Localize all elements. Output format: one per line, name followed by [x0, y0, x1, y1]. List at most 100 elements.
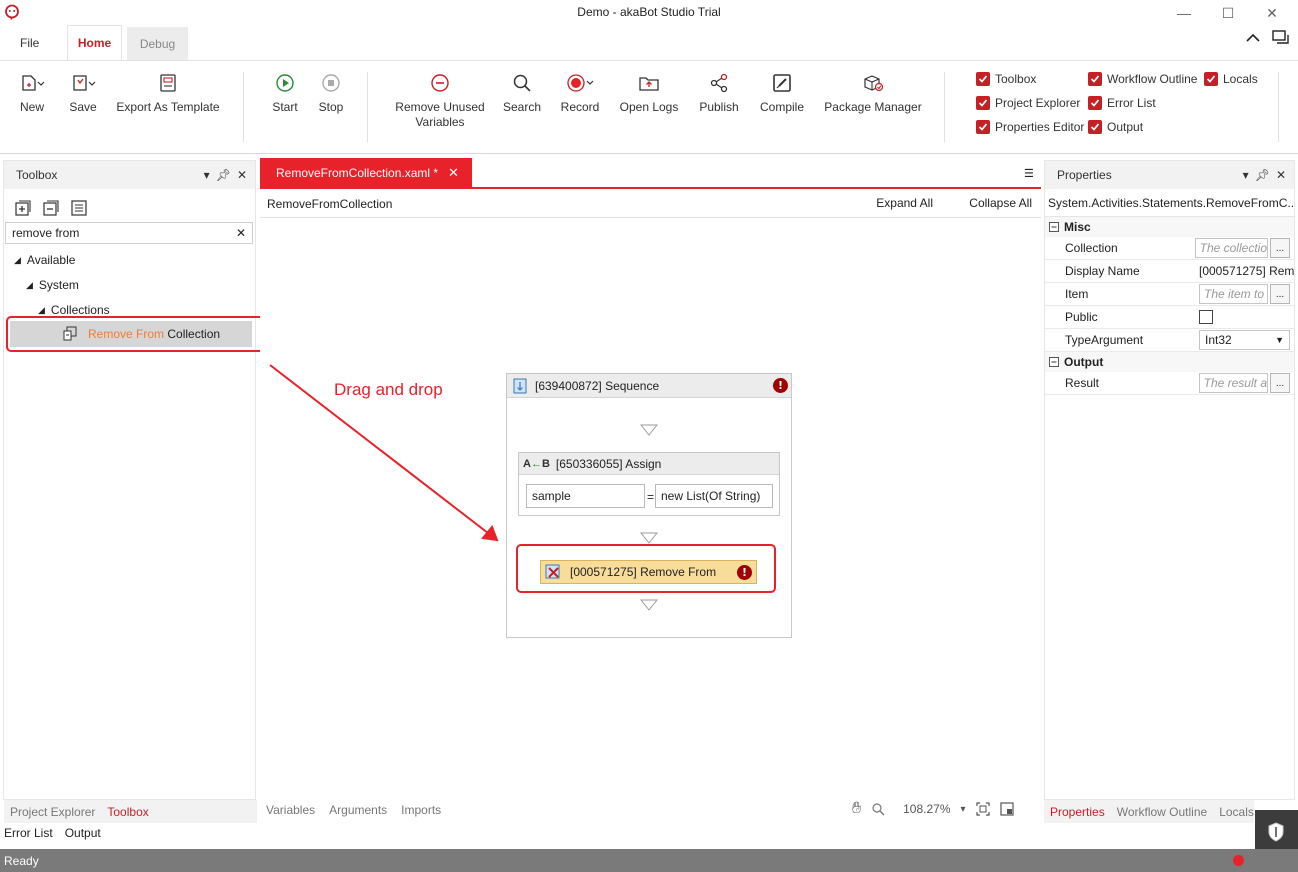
zoom-dropdown-icon[interactable]: ▾	[961, 804, 966, 815]
hand-icon[interactable]: ✋︎	[852, 800, 861, 818]
checkbox-checked-icon[interactable]	[1088, 72, 1102, 86]
tab-output[interactable]: Output	[65, 826, 101, 840]
drop-target-arrow-icon[interactable]	[640, 532, 658, 544]
property-collection-input[interactable]: The collectio	[1194, 238, 1268, 258]
checkbox-checked-icon[interactable]	[976, 120, 990, 134]
property-item-input[interactable]: The item to	[1199, 284, 1268, 304]
shield-icon[interactable]	[1267, 822, 1285, 842]
chat-icon[interactable]	[1272, 30, 1290, 46]
publish-button[interactable]: Publish	[696, 70, 742, 115]
drop-target-arrow-icon[interactable]	[640, 599, 658, 611]
checkbox-checked-icon[interactable]	[976, 72, 990, 86]
tab-workflow-outline[interactable]: Workflow Outline	[1117, 805, 1207, 819]
category-misc[interactable]: Misc	[1045, 217, 1294, 237]
minimize-button[interactable]: —	[1162, 0, 1206, 26]
tree-node-collections[interactable]: ◢ Collections	[38, 303, 110, 317]
tab-file[interactable]: File	[8, 25, 51, 60]
list-view-icon[interactable]	[70, 199, 88, 217]
package-manager-button[interactable]: Package Manager	[822, 70, 924, 115]
expand-all-link[interactable]: Expand All	[876, 196, 933, 210]
close-icon[interactable]: ✕	[1276, 168, 1286, 182]
checkbox-checked-icon[interactable]	[1088, 120, 1102, 134]
new-button[interactable]: New	[14, 70, 50, 115]
expand-all-icon[interactable]	[14, 199, 32, 217]
assign-to-field[interactable]: sample	[526, 484, 645, 508]
checkbox-checked-icon[interactable]	[1088, 96, 1102, 110]
checkbox-checked-icon[interactable]	[1204, 72, 1218, 86]
collapse-all-icon[interactable]	[42, 199, 60, 217]
save-button[interactable]: Save	[64, 70, 102, 115]
pin-icon[interactable]: 📌︎	[216, 168, 231, 182]
property-display-name-input[interactable]: [000571275] Rem	[1199, 264, 1294, 278]
tab-arguments[interactable]: Arguments	[329, 803, 387, 817]
start-button[interactable]: Start	[268, 70, 302, 115]
clear-search-icon[interactable]: ✕	[236, 226, 246, 240]
tab-locals[interactable]: Locals	[1219, 805, 1254, 819]
assign-header[interactable]: A←B [650336055] Assign	[519, 453, 779, 475]
search-button[interactable]: Search	[500, 70, 544, 115]
ellipsis-button[interactable]: ...	[1270, 373, 1290, 393]
toggle-output[interactable]: Output	[1088, 120, 1143, 134]
tab-error-list[interactable]: Error List	[4, 826, 53, 840]
tab-properties[interactable]: Properties	[1050, 805, 1105, 819]
toggle-properties-editor[interactable]: Properties Editor	[976, 120, 1084, 134]
tab-menu-icon[interactable]: ☰	[1024, 167, 1034, 180]
pin-icon[interactable]: 📌︎	[1255, 168, 1270, 182]
close-icon[interactable]: ✕	[237, 168, 247, 182]
tree-node-system[interactable]: ◢ System	[26, 278, 79, 292]
sequence-header[interactable]: [639400872] Sequence !	[507, 374, 791, 398]
maximize-button[interactable]: ☐	[1206, 0, 1250, 26]
toggle-locals[interactable]: Locals	[1204, 72, 1258, 86]
assign-value-field[interactable]: new List(Of String)	[655, 484, 773, 508]
remove-unused-variables-button[interactable]: Remove Unused Variables	[390, 70, 490, 130]
dropdown-icon[interactable]: ▾	[1243, 168, 1249, 182]
close-button[interactable]: ✕	[1250, 0, 1294, 26]
dropdown-icon[interactable]: ▾	[204, 168, 210, 182]
record-button[interactable]: Record	[558, 70, 602, 115]
tree-expanded-icon[interactable]: ◢	[38, 305, 45, 316]
collapse-category-icon[interactable]	[1049, 222, 1059, 232]
tab-debug[interactable]: Debug	[127, 27, 188, 60]
toggle-error-list[interactable]: Error List	[1088, 96, 1156, 110]
stop-label: Stop	[318, 100, 344, 114]
open-logs-button[interactable]: Open Logs	[618, 70, 680, 115]
remove-unused-label-2: Variables	[415, 115, 465, 129]
stop-button[interactable]: Stop	[314, 70, 348, 115]
checkbox-checked-icon[interactable]	[976, 96, 990, 110]
tab-toolbox[interactable]: Toolbox	[107, 805, 148, 819]
zoom-level[interactable]: 108.27%	[903, 802, 950, 816]
breadcrumb[interactable]: RemoveFromCollection	[267, 197, 392, 211]
collapse-ribbon-icon[interactable]	[1246, 33, 1260, 43]
zoom-icon[interactable]	[871, 802, 885, 816]
export-template-button[interactable]: Export As Template	[116, 70, 220, 115]
collapse-category-icon[interactable]	[1049, 357, 1059, 367]
toolbox-search-input[interactable]: remove from ✕	[5, 222, 253, 244]
tab-imports[interactable]: Imports	[401, 803, 441, 817]
toggle-project-explorer[interactable]: Project Explorer	[976, 96, 1080, 110]
document-tab[interactable]: RemoveFromCollection.xaml * ✕	[260, 158, 472, 188]
tree-expanded-icon[interactable]: ◢	[26, 280, 33, 291]
category-output[interactable]: Output	[1045, 352, 1294, 372]
compile-button[interactable]: Compile	[756, 70, 808, 115]
fit-screen-icon[interactable]	[975, 802, 990, 816]
property-type-argument-select[interactable]: Int32 ▼	[1199, 330, 1290, 350]
assign-activity[interactable]: A←B [650336055] Assign sample = new List…	[518, 452, 780, 516]
drop-target-arrow-icon[interactable]	[640, 424, 658, 436]
property-result-input[interactable]: The result a	[1198, 373, 1268, 393]
error-icon[interactable]: !	[773, 378, 788, 393]
ellipsis-button[interactable]: ...	[1270, 238, 1290, 258]
tab-home[interactable]: Home	[67, 25, 122, 60]
ribbon-separator	[367, 72, 368, 142]
tab-variables[interactable]: Variables	[266, 803, 315, 817]
overview-icon[interactable]	[999, 802, 1014, 816]
toggle-toolbox[interactable]: Toolbox	[976, 72, 1036, 86]
tab-project-explorer[interactable]: Project Explorer	[10, 805, 95, 819]
property-public-checkbox[interactable]	[1199, 310, 1213, 324]
ellipsis-button[interactable]: ...	[1270, 284, 1290, 304]
tree-expanded-icon[interactable]: ◢	[14, 255, 21, 266]
close-tab-icon[interactable]: ✕	[448, 165, 459, 181]
chevron-down-icon: ▼	[1275, 335, 1284, 345]
collapse-all-link[interactable]: Collapse All	[969, 196, 1032, 210]
toggle-workflow-outline[interactable]: Workflow Outline	[1088, 72, 1197, 86]
tree-node-available[interactable]: ◢ Available	[14, 253, 75, 267]
